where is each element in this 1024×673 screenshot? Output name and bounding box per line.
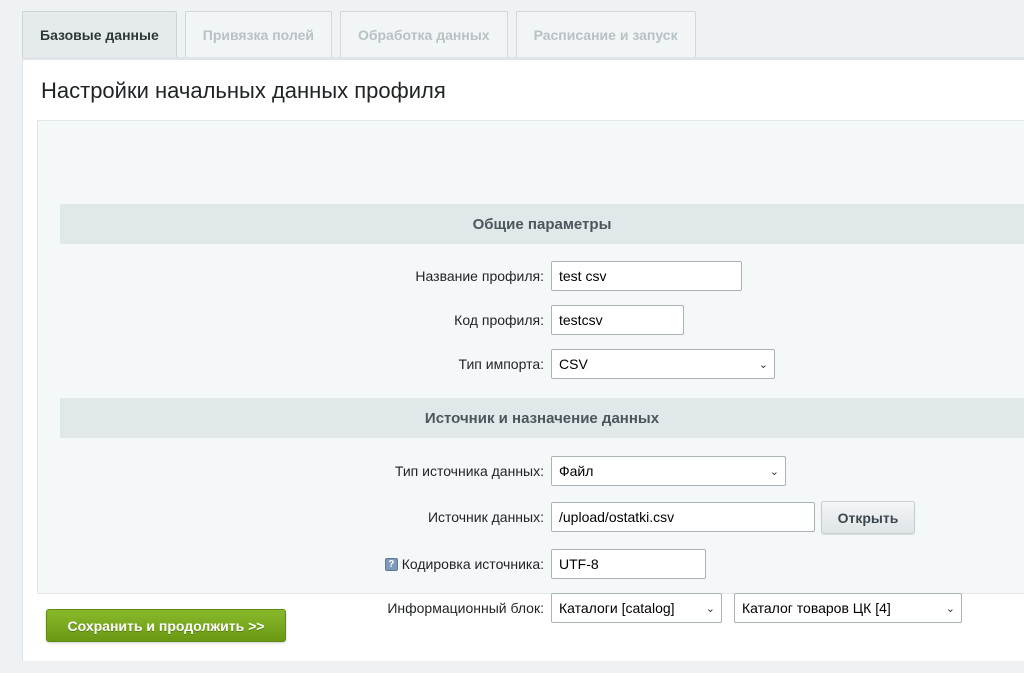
iblock-type-value: Каталоги [catalog] xyxy=(559,600,675,616)
tab-bar: Базовые данные Привязка полей Обработка … xyxy=(22,11,704,57)
chevron-down-icon: ⌄ xyxy=(945,602,955,615)
data-source-input[interactable]: /upload/ostatki.csv xyxy=(551,502,815,532)
iblock-select[interactable]: Каталог товаров ЦК [4] ⌄ xyxy=(734,593,962,623)
iblock-type-select[interactable]: Каталоги [catalog] ⌄ xyxy=(551,593,722,623)
page-title: Настройки начальных данных профиля xyxy=(41,78,446,103)
chevron-down-icon: ⌄ xyxy=(758,358,768,371)
form-area: Общие параметры Название профиля: test c… xyxy=(37,120,1024,623)
tab-basic-data[interactable]: Базовые данные xyxy=(22,11,177,57)
iblock-label: Информационный блок: xyxy=(387,600,544,616)
source-type-select[interactable]: Файл ⌄ xyxy=(551,456,786,486)
tab-field-binding[interactable]: Привязка полей xyxy=(184,11,332,57)
content-panel: Настройки начальных данных профиля Общие… xyxy=(22,60,1024,661)
profile-name-input[interactable]: test csv xyxy=(551,261,742,291)
chevron-down-icon: ⌄ xyxy=(705,602,715,615)
encoding-label: ? Кодировка источника: xyxy=(384,549,544,579)
source-type-label: Тип источника данных: xyxy=(394,463,544,479)
profile-code-label: Код профиля: xyxy=(454,312,544,328)
import-type-label: Тип импорта: xyxy=(458,356,544,372)
profile-code-input[interactable]: testcsv xyxy=(551,305,684,335)
tab-data-processing[interactable]: Обработка данных xyxy=(339,11,508,57)
encoding-label-text: Кодировка источника: xyxy=(401,556,544,572)
data-source-label: Источник данных: xyxy=(427,509,544,525)
section-general-heading: Общие параметры xyxy=(60,204,1024,244)
tab-schedule-run[interactable]: Расписание и запуск xyxy=(515,11,696,57)
encoding-input[interactable]: UTF-8 xyxy=(551,549,706,579)
source-type-value: Файл xyxy=(559,463,594,479)
import-type-select[interactable]: CSV ⌄ xyxy=(551,349,775,379)
open-file-button[interactable]: Открыть xyxy=(821,501,915,534)
chevron-down-icon: ⌄ xyxy=(769,465,779,478)
iblock-value: Каталог товаров ЦК [4] xyxy=(742,600,891,616)
save-continue-button[interactable]: Сохранить и продолжить >> xyxy=(46,609,286,642)
import-type-value: CSV xyxy=(559,356,588,372)
help-icon[interactable]: ? xyxy=(384,557,398,571)
section-source-heading: Источник и назначение данных xyxy=(60,398,1024,438)
profile-name-label: Название профиля: xyxy=(415,268,544,284)
